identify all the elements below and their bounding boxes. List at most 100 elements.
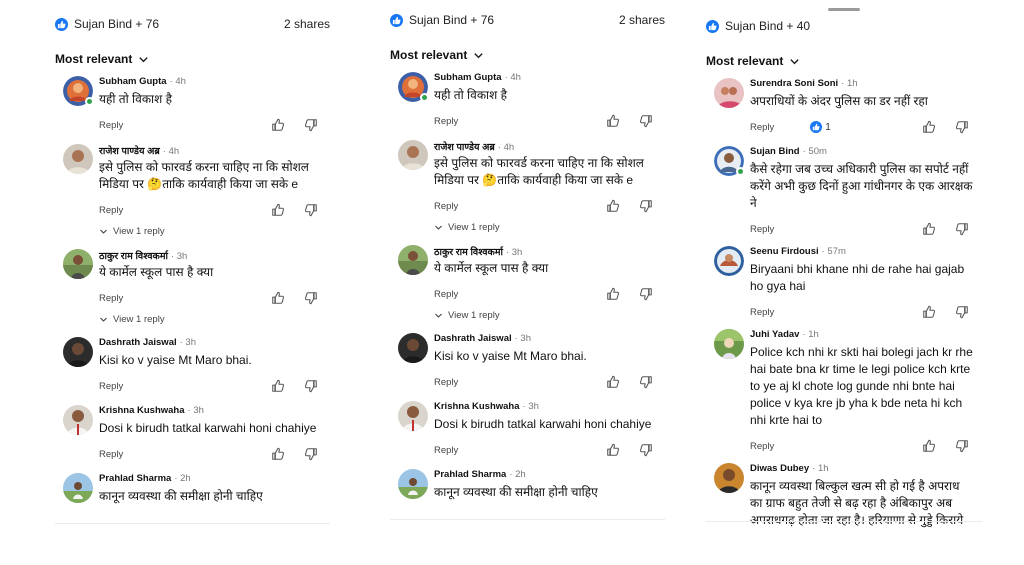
sort-dropdown[interactable]: Most relevant — [55, 48, 330, 70]
like-reaction-icon — [810, 121, 823, 133]
reply-button[interactable]: Reply — [750, 122, 774, 133]
comment-text: Kisi ko v yaise Mt Maro bhai. — [434, 349, 587, 363]
reply-button[interactable]: Reply — [750, 441, 774, 452]
online-indicator — [420, 93, 429, 102]
avatar[interactable] — [63, 144, 93, 174]
thumbs-down-icon[interactable] — [304, 379, 318, 393]
comment-text: इसे पुलिस को फारवर्ड करना चाहिए ना कि सो… — [99, 160, 309, 191]
thumbs-down-icon[interactable] — [955, 439, 969, 453]
reactions-summary[interactable]: Sujan Bind + 76 — [390, 13, 494, 27]
reactions-summary[interactable]: Sujan Bind + 76 — [55, 17, 159, 31]
comment: Subham Gupta · 4h यही तो विकाश है Reply — [390, 72, 665, 132]
thumbs-up-icon[interactable] — [922, 120, 936, 134]
thumbs-up-icon[interactable] — [922, 439, 936, 453]
comment-author[interactable]: राजेश पाण्डेय अब्र — [99, 144, 160, 157]
shares-count[interactable]: 2 shares — [619, 13, 665, 27]
reactions-summary[interactable]: Sujan Bind + 40 — [706, 19, 810, 33]
comment-author[interactable]: Juhi Yadav — [750, 329, 799, 340]
comment-author[interactable]: Krishna Kushwaha — [434, 401, 520, 412]
comment-author[interactable]: Dashrath Jaiswal — [99, 337, 177, 348]
thumbs-up-icon[interactable] — [606, 114, 620, 128]
reply-button[interactable]: Reply — [99, 449, 123, 460]
thumbs-down-icon[interactable] — [955, 120, 969, 134]
online-indicator — [85, 97, 94, 106]
reply-button[interactable]: Reply — [99, 205, 123, 216]
thumbs-up-icon[interactable] — [271, 379, 285, 393]
reply-button[interactable]: Reply — [434, 289, 458, 300]
avatar[interactable] — [63, 473, 93, 503]
thumbs-up-icon[interactable] — [606, 199, 620, 213]
thumbs-down-icon[interactable] — [304, 118, 318, 132]
thumbs-up-icon[interactable] — [271, 447, 285, 461]
thumbs-down-icon[interactable] — [639, 287, 653, 301]
comment-like-count[interactable]: 1 — [810, 121, 831, 133]
comment-time: · 3h — [514, 333, 531, 344]
comment-author[interactable]: Surendra Soni Soni — [750, 78, 838, 89]
thumbs-down-icon[interactable] — [304, 447, 318, 461]
comment-author[interactable]: Diwas Dubey — [750, 463, 809, 474]
thumbs-up-icon[interactable] — [922, 305, 936, 319]
shares-count[interactable]: 2 shares — [284, 17, 330, 31]
reply-button[interactable]: Reply — [434, 445, 458, 456]
avatar[interactable] — [714, 246, 744, 276]
reply-button[interactable]: Reply — [434, 116, 458, 127]
thumbs-down-icon[interactable] — [639, 375, 653, 389]
sort-dropdown[interactable]: Most relevant — [706, 50, 982, 72]
thumbs-down-icon[interactable] — [304, 203, 318, 217]
avatar[interactable] — [398, 401, 428, 431]
comment-author[interactable]: ठाकुर राम विश्वकर्मा — [99, 249, 168, 262]
drag-handle[interactable] — [828, 8, 860, 11]
avatar[interactable] — [63, 249, 93, 279]
comment-author[interactable]: Subham Gupta — [99, 76, 167, 87]
comment-author[interactable]: Dashrath Jaiswal — [434, 333, 512, 344]
thumbs-down-icon[interactable] — [639, 199, 653, 213]
panel-divider — [390, 519, 665, 520]
comment-author[interactable]: Seenu Firdousi — [750, 246, 819, 257]
reply-button[interactable]: Reply — [750, 307, 774, 318]
avatar[interactable] — [398, 140, 428, 170]
thumbs-down-icon[interactable] — [639, 443, 653, 457]
thumbs-up-icon[interactable] — [271, 203, 285, 217]
avatar[interactable] — [63, 405, 93, 435]
sort-dropdown[interactable]: Most relevant — [390, 44, 665, 66]
like-reaction-icon — [55, 17, 68, 31]
thumbs-down-icon[interactable] — [955, 222, 969, 236]
thumbs-up-icon[interactable] — [271, 291, 285, 305]
reply-button[interactable]: Reply — [99, 293, 123, 304]
avatar[interactable] — [398, 245, 428, 275]
avatar[interactable] — [714, 78, 744, 108]
comment: Diwas Dubey · 1h कानून व्यवस्था बिल्कुल ख… — [706, 463, 982, 529]
thumbs-up-icon[interactable] — [606, 375, 620, 389]
avatar[interactable] — [63, 337, 93, 367]
view-replies-label: View 1 reply — [113, 225, 165, 237]
comment-author[interactable]: Prahlad Sharma — [434, 469, 506, 480]
view-replies-link[interactable]: View 1 reply — [99, 223, 330, 239]
avatar[interactable] — [398, 469, 428, 499]
thumbs-down-icon[interactable] — [955, 305, 969, 319]
comment-author[interactable]: Krishna Kushwaha — [99, 405, 185, 416]
reply-button[interactable]: Reply — [434, 377, 458, 388]
comment-author[interactable]: Subham Gupta — [434, 72, 502, 83]
thumbs-up-icon[interactable] — [606, 443, 620, 457]
avatar[interactable] — [398, 333, 428, 363]
view-replies-link[interactable]: View 1 reply — [434, 307, 665, 323]
reply-button[interactable]: Reply — [99, 120, 123, 131]
avatar[interactable] — [714, 463, 744, 493]
thumbs-up-icon[interactable] — [271, 118, 285, 132]
reply-button[interactable]: Reply — [99, 381, 123, 392]
view-replies-link[interactable]: View 1 reply — [434, 219, 665, 235]
thumbs-down-icon[interactable] — [639, 114, 653, 128]
thumbs-up-icon[interactable] — [606, 287, 620, 301]
comment: Dashrath Jaiswal · 3h Kisi ko v yaise Mt … — [390, 333, 665, 393]
comment-author[interactable]: ठाकुर राम विश्वकर्मा — [434, 245, 503, 258]
reply-button[interactable]: Reply — [750, 224, 774, 235]
avatar[interactable] — [714, 329, 744, 359]
comment-author[interactable]: राजेश पाण्डेय अब्र — [434, 140, 495, 153]
comment-author[interactable]: Prahlad Sharma — [99, 473, 171, 484]
comment-text: Police kch nhi kr skti hai bolegi jach k… — [750, 345, 973, 427]
thumbs-up-icon[interactable] — [922, 222, 936, 236]
thumbs-down-icon[interactable] — [304, 291, 318, 305]
reply-button[interactable]: Reply — [434, 201, 458, 212]
comment-author[interactable]: Sujan Bind — [750, 146, 800, 157]
view-replies-link[interactable]: View 1 reply — [99, 311, 330, 327]
